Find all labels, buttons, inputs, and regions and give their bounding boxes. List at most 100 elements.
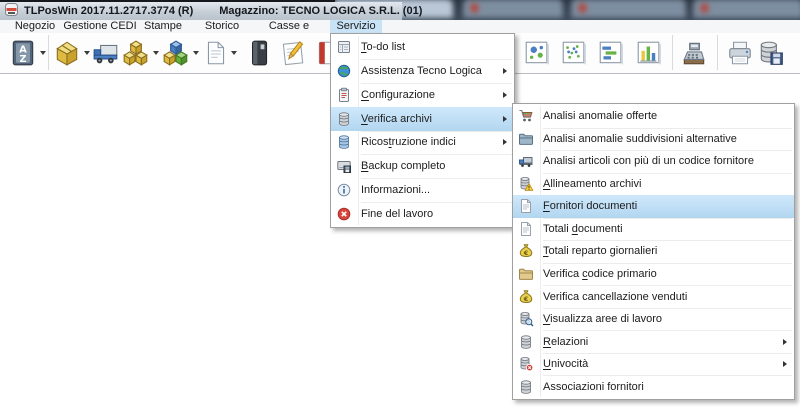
database-blue-icon [336, 134, 352, 150]
menu-item-informazioni[interactable]: Informazioni... [331, 178, 514, 202]
submenu-arrow-icon [783, 338, 787, 345]
svg-text:€: € [523, 249, 529, 257]
menu-item-fine-del-lavoro[interactable]: Fine del lavoro [331, 202, 514, 226]
menu-item-label: Univocità [543, 358, 589, 371]
servizio-menu: To-do list Assistenza Tecno Logica Confi… [330, 33, 515, 228]
menu-item-visualizza-aree-di-lavoro[interactable]: Visualizza aree di lavoro [513, 307, 794, 331]
truck-icon[interactable] [92, 39, 120, 67]
menu-item-analisi-anomalie-suddivisioni[interactable]: Analisi anomalie suddivisioni alternativ… [513, 127, 794, 151]
menubar-item-gestione-cedi[interactable]: Gestione CEDI [63, 20, 137, 33]
money-bag-icon: € [518, 289, 534, 305]
notes-pencil-icon[interactable] [279, 39, 307, 67]
submenu-arrow-icon [503, 67, 507, 74]
database-warning-icon [518, 176, 534, 192]
menu-item-verifica-archivi[interactable]: Verifica archivi [331, 106, 514, 131]
menu-item-label: Verifica cancellazione venduti [543, 290, 688, 303]
globe-icon [336, 63, 352, 79]
money-bag-icon: € [518, 243, 534, 259]
menu-item-label: Backup completo [361, 160, 446, 173]
menu-item-label: Verifica codice primario [543, 267, 657, 280]
menu-item-backup-completo[interactable]: Backup completo [331, 154, 514, 178]
menu-item-allineamento-archivi[interactable]: Allineamento archivi [513, 172, 794, 196]
chart-scatter-icon[interactable] [560, 39, 588, 67]
toolbar-separator [717, 35, 718, 70]
truck-small-icon [518, 153, 534, 169]
menu-item-label: To-do list [361, 40, 406, 53]
menu-item-label: Verifica archivi [361, 112, 432, 125]
menu-item-relazioni[interactable]: Relazioni [513, 330, 794, 353]
menubar-item-storico[interactable]: Storico [197, 20, 247, 33]
menu-item-totali-reparto-giornalieri[interactable]: € Totali reparto giornalieri [513, 240, 794, 263]
menu-item-verifica-codice-primario[interactable]: Verifica codice primario [513, 262, 794, 286]
window-subtitle: Magazzino: TECNO LOGICA S.R.L. (01) [219, 5, 423, 17]
verifica-archivi-submenu: Analisi anomalie offerte Analisi anomali… [512, 103, 795, 400]
menu-item-totali-documenti[interactable]: Totali documenti [513, 217, 794, 241]
articles-cubes-dropdown-arrow[interactable] [153, 51, 159, 55]
document-toolbar-icon[interactable] [202, 39, 230, 67]
folder-blue-icon [518, 131, 534, 147]
svg-text:€: € [523, 294, 529, 302]
titlebar[interactable]: TLPosWin 2017.11.2717.3774 (R) Magazzino… [0, 2, 422, 21]
menu-item-configurazione[interactable]: Configurazione [331, 82, 514, 107]
package-icon[interactable] [53, 39, 81, 67]
document-dropdown-arrow[interactable] [231, 51, 237, 55]
menu-item-label: Configurazione [361, 88, 436, 101]
menu-item-ricostruzione-indici[interactable]: Ricostruzione indici [331, 130, 514, 155]
database-search-icon [518, 311, 534, 327]
menu-item-label: Assistenza Tecno Logica [361, 64, 482, 77]
menu-item-assistenza-tecno-logica[interactable]: Assistenza Tecno Logica [331, 58, 514, 83]
database-error-icon [518, 356, 534, 372]
submenu-arrow-icon [503, 91, 507, 98]
todo-list-icon [336, 39, 352, 55]
menu-item-todo-list[interactable]: To-do list [331, 35, 514, 59]
chart-bubble-icon[interactable] [523, 39, 551, 67]
menu-item-label: Fornitori documenti [543, 200, 638, 213]
package-dropdown-arrow[interactable] [84, 51, 90, 55]
window-title: TLPosWin 2017.11.2717.3774 (R) [24, 5, 194, 17]
binder-icon[interactable] [245, 39, 273, 67]
menu-item-label: Ricostruzione indici [361, 136, 456, 149]
folder-tan-icon [518, 266, 534, 282]
az-catalog-icon[interactable]: AZ [9, 39, 37, 67]
document-icon [518, 198, 534, 214]
info-icon [336, 182, 352, 198]
menu-item-label: Allineamento archivi [543, 177, 642, 190]
menubar-item-stampe[interactable]: Stampe [138, 20, 188, 33]
menu-item-label: Totali reparto giornalieri [543, 245, 658, 258]
menubar: Negozio Gestione CEDI Stampe Storico Cas… [0, 20, 800, 45]
articles-cubes-icon[interactable] [122, 39, 150, 67]
chart-bar-icon[interactable] [635, 39, 663, 67]
assortment-cubes-icon[interactable] [162, 39, 190, 67]
menu-item-label: Analisi articoli con più di un codice fo… [543, 155, 754, 168]
az-catalog-dropdown-arrow[interactable] [40, 51, 46, 55]
menu-item-analisi-anomalie-offerte[interactable]: Analisi anomalie offerte [513, 105, 794, 128]
menu-item-verifica-cancellazione-venduti[interactable]: € Verifica cancellazione venduti [513, 285, 794, 308]
menu-item-label: Visualizza aree di lavoro [543, 313, 663, 326]
menu-item-label: Associazioni fornitori [543, 380, 644, 393]
menu-item-univocita[interactable]: Univocità [513, 352, 794, 376]
database-save-icon[interactable] [757, 39, 785, 67]
configuration-icon [336, 87, 352, 103]
menu-item-label: Analisi anomalie suddivisioni alternativ… [543, 132, 737, 145]
assortment-cubes-dropdown-arrow[interactable] [193, 51, 199, 55]
backup-drive-icon [336, 158, 352, 174]
menu-item-fornitori-documenti[interactable]: Fornitori documenti [513, 195, 794, 218]
menu-item-label: Totali documenti [543, 222, 623, 235]
printer-icon[interactable] [726, 39, 754, 67]
svg-text:Z: Z [19, 54, 26, 65]
database-icon [336, 111, 352, 127]
menu-item-analisi-articoli-codice-fornitore[interactable]: Analisi articoli con più di un codice fo… [513, 150, 794, 173]
menu-item-label: Fine del lavoro [361, 208, 434, 221]
submenu-arrow-icon [783, 361, 787, 368]
app-window: TLPosWin 2017.11.2717.3774 (R) Magazzino… [0, 0, 800, 407]
exit-red-icon [336, 206, 352, 222]
chart-gantt-icon[interactable] [597, 39, 625, 67]
menubar-item-servizio[interactable]: Servizio [330, 20, 382, 33]
menubar-item-casse-e-bilance[interactable]: Casse e bilance [251, 20, 327, 45]
menu-item-label: Analisi anomalie offerte [543, 110, 658, 123]
menu-item-label: Informazioni... [361, 184, 431, 197]
cash-register-icon[interactable] [680, 39, 708, 67]
menu-item-label: Relazioni [543, 335, 589, 348]
menubar-item-negozio[interactable]: Negozio [10, 20, 60, 33]
menu-item-associazioni-fornitori[interactable]: Associazioni fornitori [513, 375, 794, 398]
